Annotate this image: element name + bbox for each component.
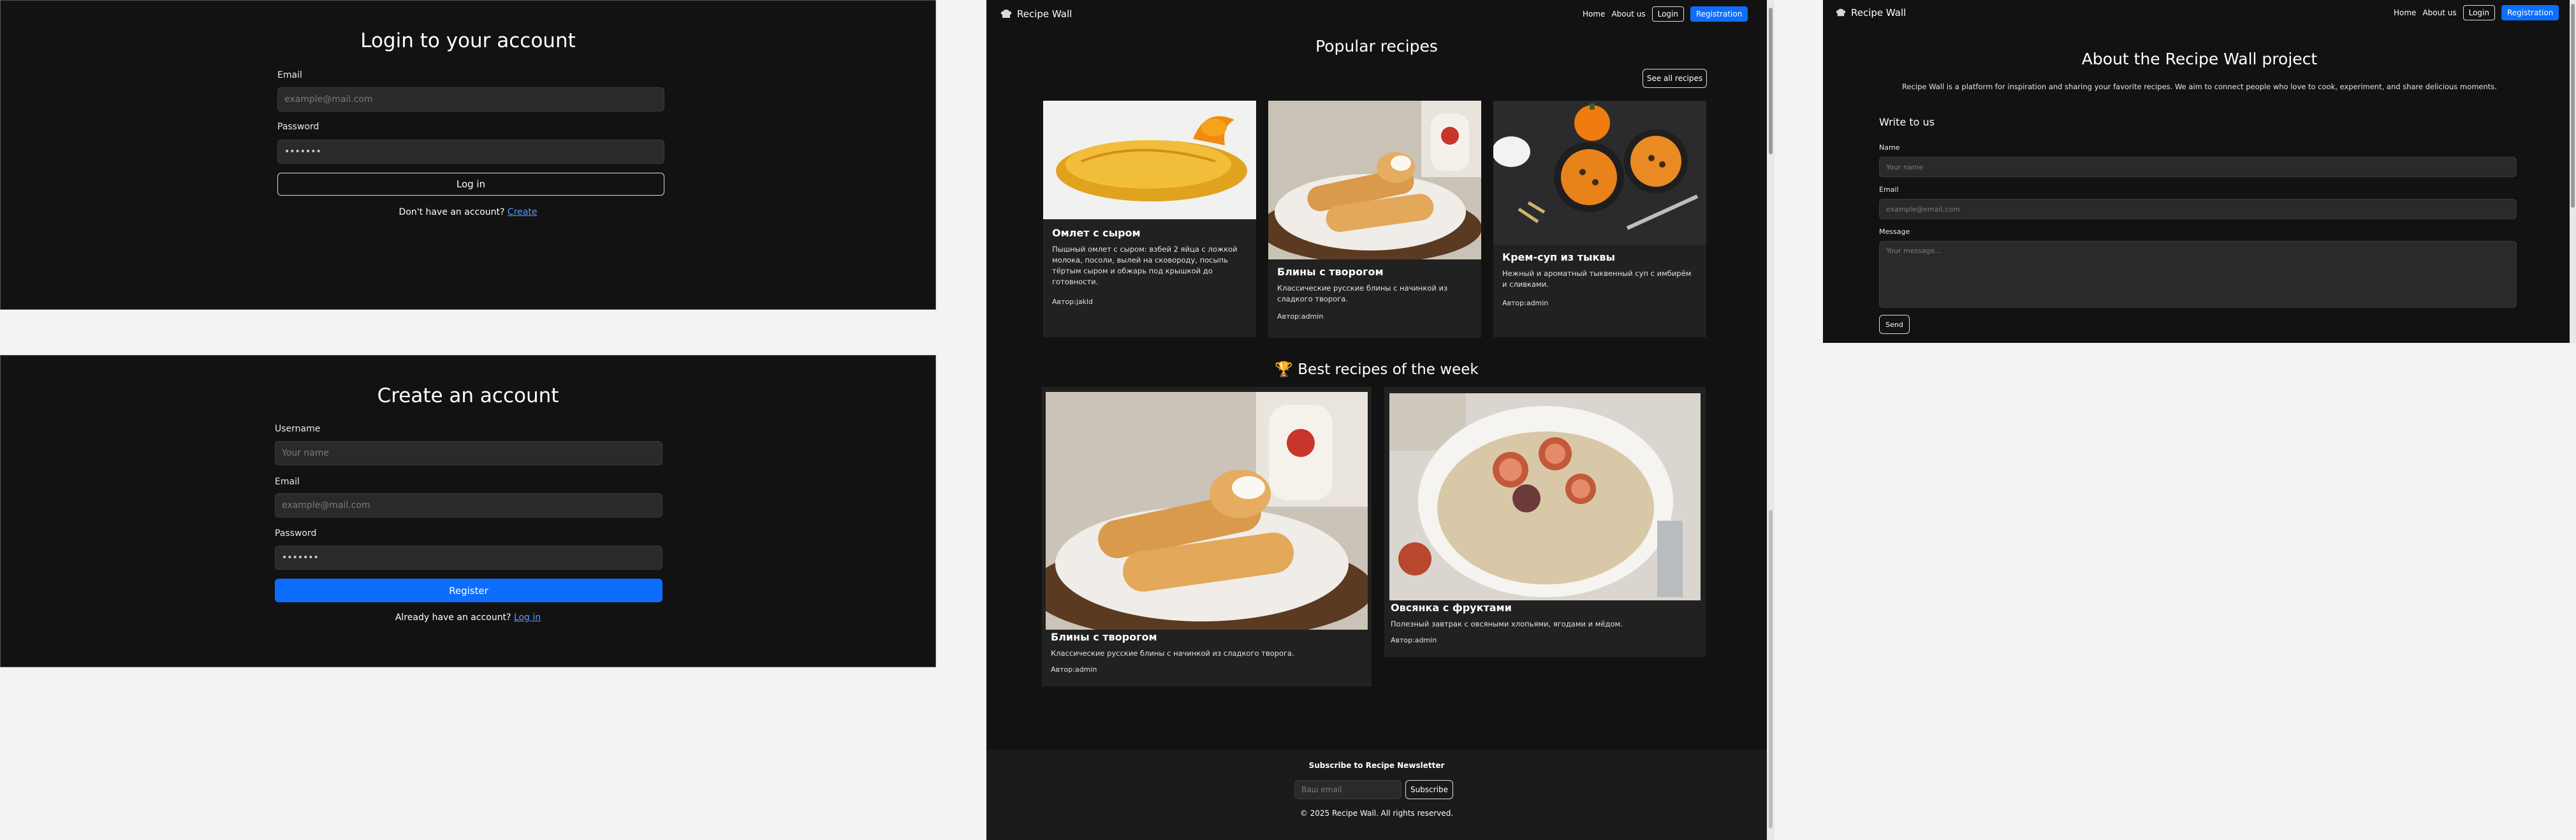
recipe-title: Крем-суп из тыквы xyxy=(1502,251,1615,263)
newsletter-title: Subscribe to Recipe Newsletter xyxy=(1308,761,1445,770)
recipe-description: Пышный омлет с сыром: взбей 2 яйца с лож… xyxy=(1052,245,1238,286)
recipe-description: Классические русские блины с начинкой из… xyxy=(1051,649,1294,658)
home-panel: Recipe Wall Home About us Login Registra… xyxy=(986,0,1775,840)
footer: Subscribe to Recipe Newsletter Ваш email… xyxy=(986,749,1767,840)
recipe-author: Автор:admin xyxy=(1502,299,1549,307)
chef-hat-icon xyxy=(1836,8,1846,17)
register-footer: Already have an account? Log in xyxy=(1,612,935,623)
scrollbar-thumb[interactable] xyxy=(2571,4,2575,208)
scrollbar-thumb[interactable] xyxy=(1769,510,1773,829)
recipe-title: Блины с творогом xyxy=(1277,266,1384,278)
scrollbar-thumb[interactable] xyxy=(1769,8,1773,154)
recipe-author: Автор:jakld xyxy=(1052,298,1094,306)
recipe-description: Нежный и ароматный тыквенный суп с имбир… xyxy=(1502,269,1692,289)
scrollbar[interactable] xyxy=(2570,0,2576,343)
brand[interactable]: Recipe Wall xyxy=(1836,7,1906,18)
recipe-author: Автор:admin xyxy=(1391,636,1437,644)
recipe-title: Омлет с сыром xyxy=(1052,227,1141,239)
contact-heading: Write to us xyxy=(1879,116,1935,128)
login-footer-text: Don't have an account? xyxy=(399,207,505,217)
register-username-label: Username xyxy=(275,424,321,434)
recipe-card[interactable]: Омлет с сыром Пышный омлет с сыром: взбе… xyxy=(1043,101,1256,337)
contact-name-label: Name xyxy=(1879,143,1900,152)
brand-name: Recipe Wall xyxy=(1851,7,1906,18)
login-email-input[interactable]: example@mail.com xyxy=(277,87,664,112)
brand-name: Recipe Wall xyxy=(1017,8,1072,20)
popular-title: Popular recipes xyxy=(1315,37,1438,55)
trophy-icon: 🏆 xyxy=(1275,361,1293,378)
create-account-link[interactable]: Create xyxy=(508,207,538,217)
copyright: © 2025 Recipe Wall. All rights reserved. xyxy=(1299,809,1454,818)
register-email-input[interactable]: example@mail.com xyxy=(275,493,662,518)
recipe-author: Автор:admin xyxy=(1277,312,1324,321)
login-password-label: Password xyxy=(277,122,319,132)
about-title: About the Recipe Wall project xyxy=(2081,50,2318,68)
brand[interactable]: Recipe Wall xyxy=(1000,8,1072,20)
contact-message-label: Message xyxy=(1879,228,1910,236)
scrollbar[interactable] xyxy=(1767,0,1775,840)
login-password-input[interactable]: ••••••• xyxy=(277,140,664,164)
nav-registration-button[interactable]: Registration xyxy=(2501,5,2559,20)
omelette-image xyxy=(1043,101,1256,219)
best-title: Best recipes of the week xyxy=(1298,361,1479,378)
blini-image xyxy=(1046,392,1368,630)
about-panel: Recipe Wall Home About us Login Registra… xyxy=(1823,0,2576,343)
about-text: Recipe Wall is a platform for inspiratio… xyxy=(1902,82,2497,91)
nav-about[interactable]: About us xyxy=(2422,8,2456,17)
contact-message-textarea[interactable]: Your message... xyxy=(1879,241,2517,308)
nav-links: Home About us Login Registration xyxy=(1583,6,1748,22)
login-footer: Don't have an account? Create xyxy=(1,207,935,217)
recipe-author: Автор:admin xyxy=(1051,665,1097,674)
pumpkin-soup-image xyxy=(1493,101,1706,245)
blini-image xyxy=(1268,101,1481,259)
login-button[interactable]: Log in xyxy=(277,173,664,196)
recipe-description: Полезный завтрак с овсяными хлопьями, яг… xyxy=(1391,619,1623,628)
login-title: Login to your account xyxy=(360,29,576,52)
register-email-label: Email xyxy=(275,477,300,487)
nav-login-button[interactable]: Login xyxy=(1651,6,1684,22)
nav-login-button[interactable]: Login xyxy=(2463,5,2495,20)
oatmeal-image xyxy=(1389,393,1701,600)
contact-email-input[interactable]: example@email.com xyxy=(1879,199,2517,219)
chef-hat-icon xyxy=(1000,10,1012,18)
register-password-label: Password xyxy=(275,528,317,539)
register-panel: Create an account Username Your name Ema… xyxy=(0,355,936,667)
best-recipe-card[interactable]: Овсянка с фруктами Полезный завтрак с ов… xyxy=(1384,387,1706,657)
recipe-description: Классические русские блины с начинкой из… xyxy=(1277,284,1448,303)
contact-name-input[interactable]: Your name xyxy=(1879,157,2517,177)
register-password-input[interactable]: ••••••• xyxy=(275,546,662,570)
subscribe-button[interactable]: Subscribe xyxy=(1405,780,1453,799)
login-link[interactable]: Log in xyxy=(514,612,541,623)
register-username-input[interactable]: Your name xyxy=(275,441,662,465)
recipe-card[interactable]: Блины с творогом Классические русские бл… xyxy=(1268,101,1481,338)
best-heading: 🏆 Best recipes of the week xyxy=(986,361,1767,378)
recipe-card[interactable]: Крем-суп из тыквы Нежный и ароматный тык… xyxy=(1493,101,1706,337)
nav-home[interactable]: Home xyxy=(2394,8,2416,17)
newsletter-email-input[interactable]: Ваш email xyxy=(1294,780,1401,799)
login-panel: Login to your account Email example@mail… xyxy=(0,0,936,310)
nav-registration-button[interactable]: Registration xyxy=(1690,6,1748,22)
recipe-title: Блины с творогом xyxy=(1051,631,1157,643)
contact-email-label: Email xyxy=(1879,185,1899,194)
login-email-label: Email xyxy=(277,70,302,80)
send-button[interactable]: Send xyxy=(1879,315,1910,334)
nav-links: Home About us Login Registration xyxy=(2394,5,2559,20)
see-all-button[interactable]: See all recipes xyxy=(1643,69,1707,88)
register-title: Create an account xyxy=(377,384,559,407)
register-button[interactable]: Register xyxy=(275,579,662,602)
register-footer-text: Already have an account? xyxy=(395,612,511,623)
recipe-title: Овсянка с фруктами xyxy=(1391,602,1512,614)
nav-about[interactable]: About us xyxy=(1611,10,1645,18)
home-navbar: Recipe Wall Home About us Login Registra… xyxy=(986,0,1775,29)
about-navbar: Recipe Wall Home About us Login Registra… xyxy=(1823,0,2576,27)
best-recipe-card[interactable]: Блины с творогом Классические русские бл… xyxy=(1042,387,1372,686)
nav-home[interactable]: Home xyxy=(1583,10,1605,18)
